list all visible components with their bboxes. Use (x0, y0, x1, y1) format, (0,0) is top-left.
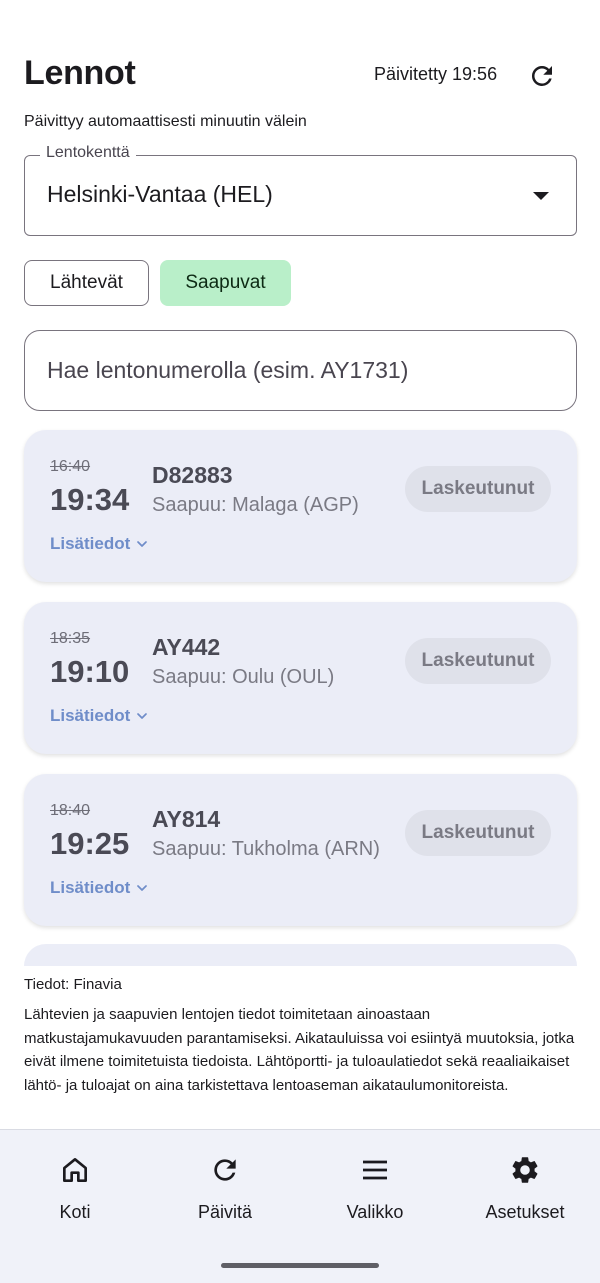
details-toggle-label: Lisätiedot (50, 878, 131, 897)
tab-departures[interactable]: Lähtevät (24, 260, 149, 306)
scheduled-time: 18:40 (50, 802, 91, 819)
nav-settings-label: Asetukset (485, 1202, 565, 1222)
flight-number: AY442 (152, 634, 221, 660)
chevron-down-icon (137, 713, 148, 719)
nav-home[interactable]: Koti (0, 1130, 150, 1248)
flight-origin: Saapuu: Oulu (OUL) (152, 666, 335, 688)
details-toggle[interactable]: Lisätiedot (50, 534, 150, 554)
scheduled-time: 18:35 (50, 630, 91, 647)
flight-card[interactable]: 16:40 19:34 D82883 Saapuu: Malaga (AGP) … (24, 430, 577, 582)
nav-refresh-label: Päivitä (197, 1202, 253, 1222)
refresh-button[interactable] (524, 58, 560, 94)
details-toggle[interactable]: Lisätiedot (50, 878, 150, 898)
auto-update-note: Päivittyy automaattisesti minuutin välei… (24, 113, 307, 130)
flight-origin: Saapuu: Tukholma (ARN) (152, 838, 380, 860)
flight-number: AY814 (152, 806, 221, 832)
airport-select-label: Lentokenttä (40, 144, 136, 162)
actual-time: 19:25 (50, 826, 130, 861)
menu-icon (363, 1160, 387, 1180)
flight-card[interactable]: 18:35 19:10 AY442 Saapuu: Oulu (OUL) Las… (24, 602, 577, 754)
data-source-info: Tiedot: Finavia Lähtevien ja saapuvien l… (0, 966, 600, 1129)
details-toggle[interactable]: Lisätiedot (50, 706, 150, 726)
flight-number: D82883 (152, 462, 233, 488)
settings-icon (512, 1157, 538, 1183)
status-badge: Laskeutunut (405, 638, 551, 684)
page-title: Lennot (24, 54, 136, 92)
tab-arrivals[interactable]: Saapuvat (160, 260, 291, 306)
disclaimer-text: Lähtevien ja saapuvien lentojen tiedot t… (24, 1006, 575, 1094)
dropdown-arrow-icon (533, 192, 549, 200)
airport-select-value: Helsinki-Vantaa (HEL) (47, 181, 273, 207)
status-badge: Laskeutunut (405, 466, 551, 512)
refresh-icon (214, 1159, 236, 1181)
flight-origin: Saapuu: Malaga (AGP) (152, 494, 359, 516)
home-gesture-bar[interactable] (221, 1263, 379, 1268)
last-updated-text: Päivitetty 19:56 (374, 64, 498, 84)
bottom-navigation: Koti Päivitä Valikko Asetukset (0, 1129, 600, 1247)
refresh-icon (531, 65, 552, 86)
actual-time: 19:34 (50, 482, 130, 517)
nav-menu-label: Valikko (346, 1202, 404, 1222)
scheduled-time: 16:40 (50, 458, 91, 475)
nav-home-label: Koti (59, 1202, 91, 1222)
home-icon (62, 1158, 87, 1182)
search-placeholder: Hae lentonumerolla (esim. AY1731) (47, 357, 409, 383)
nav-menu[interactable]: Valikko (300, 1130, 450, 1248)
data-source: Tiedot: Finavia (24, 976, 122, 993)
nav-refresh[interactable]: Päivitä (150, 1130, 300, 1248)
flights-screen: Lennot Päivitetty 19:56 Päivittyy automa… (0, 0, 600, 1283)
details-toggle-label: Lisätiedot (50, 706, 131, 725)
chevron-down-icon (137, 885, 148, 891)
status-badge: Laskeutunut (405, 810, 551, 856)
nav-settings[interactable]: Asetukset (450, 1130, 600, 1248)
chevron-down-icon (137, 541, 148, 547)
actual-time: 19:10 (50, 654, 130, 689)
flight-card[interactable]: 18:40 19:25 AY814 Saapuu: Tukholma (ARN)… (24, 774, 577, 926)
details-toggle-label: Lisätiedot (50, 534, 131, 553)
